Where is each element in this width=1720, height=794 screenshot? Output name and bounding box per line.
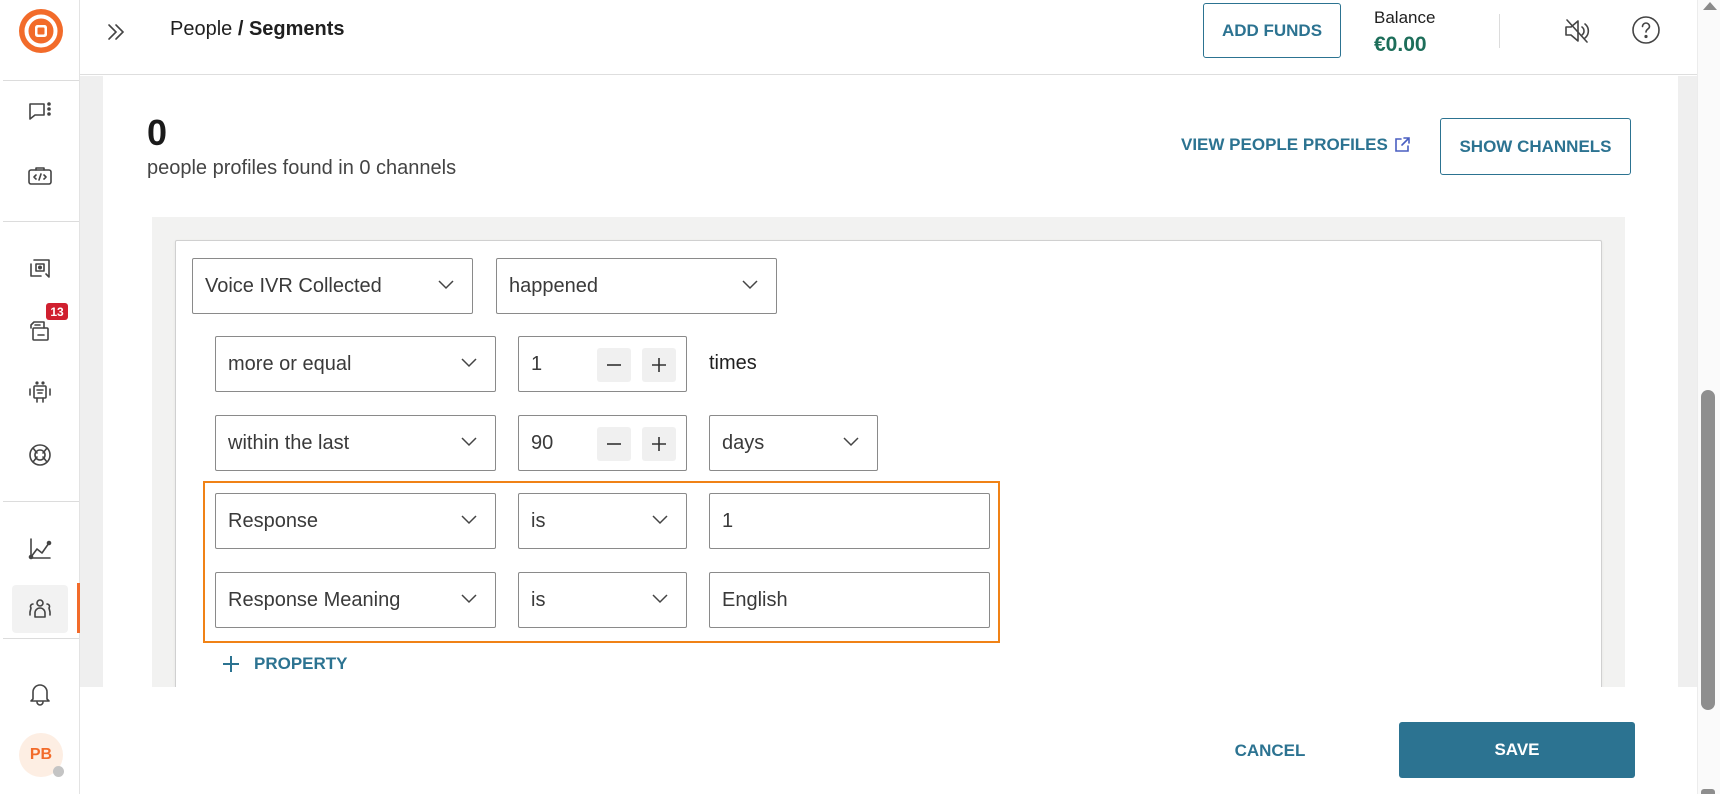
view-people-profiles-link[interactable]: VIEW PEOPLE PROFILES — [1181, 135, 1411, 155]
minus-icon — [607, 364, 621, 366]
add-funds-button[interactable]: ADD FUNDS — [1203, 3, 1341, 58]
sidebar-divider — [3, 221, 79, 222]
scroll-down-arrow-icon[interactable] — [1701, 789, 1715, 794]
frequency-stepper[interactable]: 1 — [518, 336, 687, 392]
profile-count-description: people profiles found in 0 channels — [147, 157, 457, 179]
sidebar-divider — [3, 80, 79, 81]
breadcrumb: People / Segments — [170, 18, 345, 41]
property-select[interactable]: Response Meaning — [215, 572, 496, 628]
time-operator-select[interactable]: within the last — [215, 415, 496, 471]
breadcrumb-current: Segments — [248, 18, 345, 40]
time-value-stepper[interactable]: 90 — [518, 415, 687, 471]
sidebar-item-conversations[interactable] — [12, 88, 68, 136]
property-select-value: Response Meaning — [228, 588, 401, 611]
balance-label: Balance — [1374, 8, 1436, 27]
add-property-label: PROPERTY — [254, 654, 348, 673]
plus-icon — [652, 358, 666, 372]
increment-button[interactable] — [642, 427, 676, 461]
chat-search-icon — [30, 259, 50, 278]
event-select-value: Voice IVR Collected — [205, 274, 382, 297]
time-value[interactable]: 90 — [531, 432, 553, 455]
cards-icon — [30, 321, 49, 341]
frequency-operator-value: more or equal — [228, 352, 352, 375]
sidebar-item-notifications[interactable] — [12, 670, 68, 718]
decrement-button[interactable] — [597, 427, 631, 461]
chevron-down-icon — [652, 515, 668, 525]
time-unit-select[interactable]: days — [709, 415, 878, 471]
balance-value: €0.00 — [1374, 33, 1427, 56]
chevron-down-icon — [843, 437, 859, 447]
property-operator-value: is — [531, 509, 546, 532]
chevron-down-icon — [652, 594, 668, 604]
minus-icon — [607, 443, 621, 445]
property-value: English — [722, 588, 788, 611]
notification-count-badge: 13 — [46, 303, 68, 320]
presence-status-dot — [53, 766, 64, 777]
event-condition-select[interactable]: happened — [496, 258, 777, 314]
property-operator-value: is — [531, 588, 546, 611]
frequency-operator-select[interactable]: more or equal — [215, 336, 496, 392]
external-link-icon — [1395, 137, 1410, 152]
sidebar-item-people[interactable] — [12, 585, 68, 633]
add-property-button[interactable]: PROPERTY — [222, 654, 348, 674]
plus-icon — [223, 656, 239, 672]
bell-icon — [30, 684, 50, 706]
property-value-input[interactable]: English — [709, 572, 990, 628]
sidebar-divider — [3, 638, 79, 639]
view-people-profiles-label: VIEW PEOPLE PROFILES — [1181, 135, 1388, 154]
scroll-up-arrow-icon[interactable] — [1703, 2, 1717, 10]
chevron-down-icon — [438, 280, 454, 290]
decrement-button[interactable] — [597, 348, 631, 382]
chevron-down-icon — [461, 437, 477, 447]
profile-count: 0 — [147, 112, 168, 153]
robot-icon — [29, 381, 51, 403]
event-condition-value: happened — [509, 274, 598, 297]
scrollbar-thumb[interactable] — [1701, 390, 1715, 710]
show-channels-button[interactable]: SHOW CHANNELS — [1440, 118, 1631, 175]
help-icon[interactable] — [1630, 14, 1662, 46]
sidebar: 13 PB — [0, 0, 80, 794]
breadcrumb-parent[interactable]: People — [170, 18, 232, 40]
sidebar-item-analytics[interactable] — [12, 525, 68, 573]
header-divider — [1499, 14, 1500, 48]
brand-logo-icon[interactable] — [18, 8, 64, 54]
chat-options-icon — [29, 102, 51, 120]
sidebar-item-developer[interactable] — [12, 152, 68, 200]
expand-sidebar-icon[interactable] — [102, 18, 130, 46]
time-unit-value: days — [722, 431, 765, 454]
property-select-value: Response — [228, 509, 319, 532]
event-select[interactable]: Voice IVR Collected — [192, 258, 473, 314]
sidebar-item-integrations[interactable] — [12, 431, 68, 479]
sidebar-item-inbox[interactable] — [12, 245, 68, 293]
code-briefcase-icon — [28, 167, 52, 185]
chevron-down-icon — [461, 358, 477, 368]
property-operator-select[interactable]: is — [518, 493, 687, 549]
cancel-button[interactable]: CANCEL — [1210, 736, 1330, 766]
openai-knot-icon — [29, 444, 51, 466]
sidebar-divider — [3, 501, 79, 502]
people-icon — [29, 599, 51, 618]
increment-button[interactable] — [642, 348, 676, 382]
line-chart-icon — [28, 538, 52, 560]
property-operator-select[interactable]: is — [518, 572, 687, 628]
sidebar-item-bots[interactable] — [12, 369, 68, 417]
top-header: People / Segments ADD FUNDS Balance €0.0… — [80, 0, 1697, 75]
property-value-input[interactable]: 1 — [709, 493, 990, 549]
sound-muted-icon[interactable] — [1562, 16, 1594, 46]
property-value: 1 — [722, 509, 734, 532]
property-select[interactable]: Response — [215, 493, 496, 549]
frequency-unit-label: times — [709, 352, 757, 374]
save-button[interactable]: SAVE — [1399, 722, 1635, 778]
breadcrumb-separator: / — [232, 18, 249, 40]
frequency-value[interactable]: 1 — [531, 353, 542, 376]
time-operator-value: within the last — [228, 431, 350, 454]
plus-icon — [652, 437, 666, 451]
chevron-down-icon — [742, 280, 758, 290]
chevron-down-icon — [461, 594, 477, 604]
chevron-down-icon — [461, 515, 477, 525]
